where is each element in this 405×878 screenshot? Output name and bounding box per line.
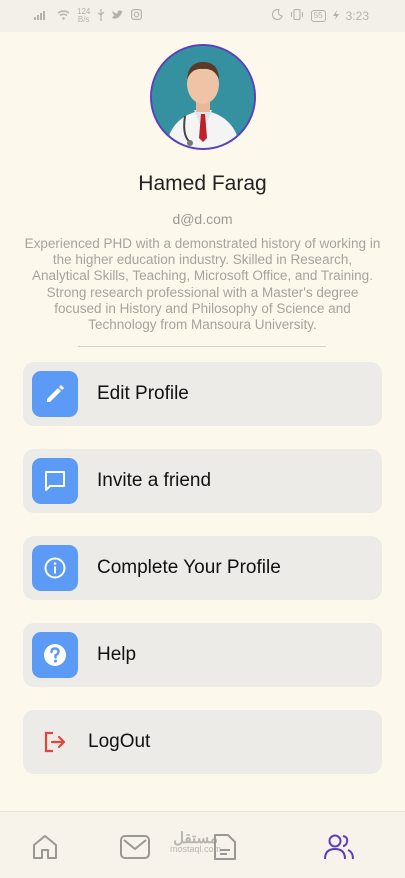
moon-icon xyxy=(271,9,283,23)
bottom-nav: مستقل mostaql.com xyxy=(0,811,405,878)
logout-button[interactable]: LogOut xyxy=(23,710,382,774)
status-left: 124 B/s xyxy=(34,8,143,24)
complete-profile-label: Complete Your Profile xyxy=(97,557,281,578)
vibrate-icon xyxy=(290,9,304,23)
charging-icon xyxy=(332,9,339,23)
battery-level: 55 xyxy=(310,10,326,22)
complete-profile-button[interactable]: Complete Your Profile xyxy=(23,536,382,600)
profile-bio: Experienced PHD with a demonstrated hist… xyxy=(24,236,381,333)
divider xyxy=(78,346,326,347)
twitter-icon xyxy=(112,9,125,23)
profile-email: d@d.com xyxy=(172,211,233,227)
help-label: Help xyxy=(97,644,137,665)
usb-icon xyxy=(97,8,105,24)
help-button[interactable]: Help xyxy=(23,623,382,687)
nav-documents[interactable] xyxy=(208,830,242,864)
profile-name: Hamed Farag xyxy=(138,172,267,195)
cellular-signal-icon xyxy=(34,9,50,23)
info-icon xyxy=(32,545,78,591)
instagram-icon xyxy=(131,9,143,23)
pencil-icon xyxy=(32,371,78,417)
document-icon xyxy=(214,834,236,860)
mail-icon xyxy=(120,835,150,859)
wifi-icon xyxy=(57,9,70,23)
status-right: 55 3:23 xyxy=(271,9,369,23)
network-speed: 124 B/s xyxy=(77,8,90,24)
edit-profile-button[interactable]: Edit Profile xyxy=(23,362,382,426)
logout-label: LogOut xyxy=(88,731,151,752)
status-bar: 124 B/s 55 3:23 xyxy=(0,0,405,32)
invite-friend-label: Invite a friend xyxy=(97,470,212,491)
invite-friend-button[interactable]: Invite a friend xyxy=(23,449,382,513)
edit-profile-label: Edit Profile xyxy=(97,383,189,404)
message-icon xyxy=(32,458,78,504)
nav-profile[interactable] xyxy=(322,830,356,864)
logout-icon xyxy=(32,719,78,765)
nav-home[interactable] xyxy=(28,830,62,864)
nav-messages[interactable] xyxy=(118,830,152,864)
avatar xyxy=(150,44,256,150)
help-icon xyxy=(32,632,78,678)
clock-time: 3:23 xyxy=(345,9,369,23)
users-icon xyxy=(324,834,354,860)
home-icon xyxy=(33,835,57,859)
net-speed-unit: B/s xyxy=(77,15,90,24)
